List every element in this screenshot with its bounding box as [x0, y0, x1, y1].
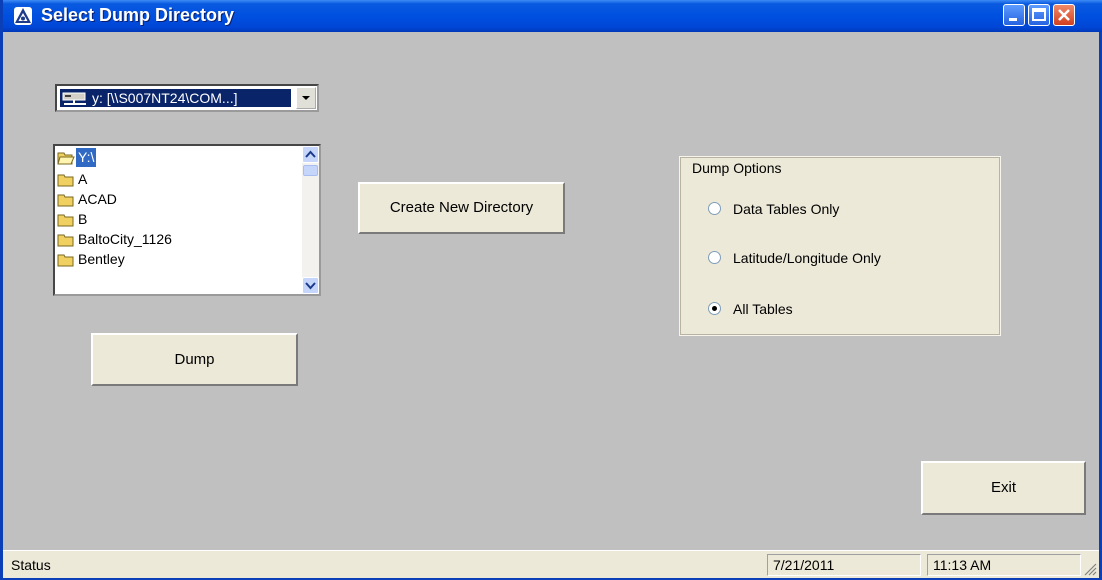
maximize-button[interactable]	[1028, 4, 1050, 26]
exit-button[interactable]: Exit	[921, 461, 1086, 515]
folder-icon	[57, 233, 75, 252]
minimize-button[interactable]	[1003, 4, 1025, 26]
status-panel: Status	[5, 554, 763, 576]
dump-options-group: Dump Options Data Tables Only Latitude/L…	[679, 156, 1001, 336]
scroll-up-button[interactable]	[302, 146, 319, 163]
directory-scrollbar[interactable]	[302, 146, 319, 294]
directory-item-label: B	[78, 211, 88, 227]
radio-button-icon	[708, 251, 721, 264]
resize-grip-icon[interactable]	[1083, 562, 1097, 576]
exit-label: Exit	[990, 479, 1016, 496]
directory-item-label: Y:\	[76, 148, 97, 167]
scroll-thumb[interactable]	[303, 165, 318, 176]
radio-label: Data Tables Only	[733, 201, 840, 217]
close-button[interactable]	[1053, 4, 1075, 26]
create-directory-label: Create New Directory	[389, 199, 534, 216]
drive-dropdown-button[interactable]	[296, 87, 316, 109]
folder-icon	[57, 213, 75, 232]
folder-icon	[57, 173, 75, 192]
folder-icon	[57, 193, 75, 212]
radio-checked-dot	[712, 306, 717, 311]
scroll-down-button[interactable]	[302, 277, 319, 294]
chevron-down-icon	[305, 282, 316, 290]
dump-options-title: Dump Options	[690, 160, 784, 176]
directory-list[interactable]: Y:\ A ACAD B BaltoCity_1126 Bentley	[53, 144, 321, 296]
status-time: 11:13 AM	[933, 557, 992, 573]
window-title: Select Dump Directory	[41, 5, 235, 25]
maximize-icon	[1032, 8, 1046, 21]
status-bar: Status 7/21/2011 11:13 AM	[3, 550, 1099, 578]
drive-select-value: y: [\\S007NT24\COM...]	[60, 89, 291, 107]
directory-item-label: ACAD	[78, 191, 117, 207]
drive-select-text: y: [\\S007NT24\COM...]	[92, 90, 238, 106]
dump-button[interactable]: Dump	[91, 333, 298, 386]
close-icon	[1058, 9, 1070, 21]
drive-select[interactable]: y: [\\S007NT24\COM...]	[55, 84, 319, 112]
status-time-panel: 11:13 AM	[927, 554, 1081, 576]
chevron-down-icon	[302, 96, 310, 100]
network-drive-icon	[62, 92, 88, 107]
minimize-icon	[1009, 18, 1017, 21]
chevron-up-icon	[305, 150, 316, 158]
directory-item-label: Bentley	[78, 251, 125, 267]
create-directory-button[interactable]: Create New Directory	[358, 182, 565, 234]
title-bar[interactable]: Select Dump Directory	[3, 0, 1102, 32]
status-date: 7/21/2011	[773, 557, 835, 573]
radio-button-icon	[708, 302, 721, 315]
directory-item-label: A	[78, 171, 88, 187]
dump-label: Dump	[174, 351, 215, 368]
status-date-panel: 7/21/2011	[767, 554, 921, 576]
radio-label: Latitude/Longitude Only	[733, 250, 881, 266]
status-text: Status	[11, 557, 51, 573]
open-folder-icon	[57, 151, 75, 170]
radio-label: All Tables	[733, 301, 793, 317]
directory-item-label: BaltoCity_1126	[78, 231, 172, 247]
folder-icon	[57, 253, 75, 272]
app-shield-icon	[13, 6, 33, 26]
radio-button-icon	[708, 202, 721, 215]
dialog-window: Select Dump Directory y: [\\S007NT24\COM…	[0, 0, 1102, 580]
